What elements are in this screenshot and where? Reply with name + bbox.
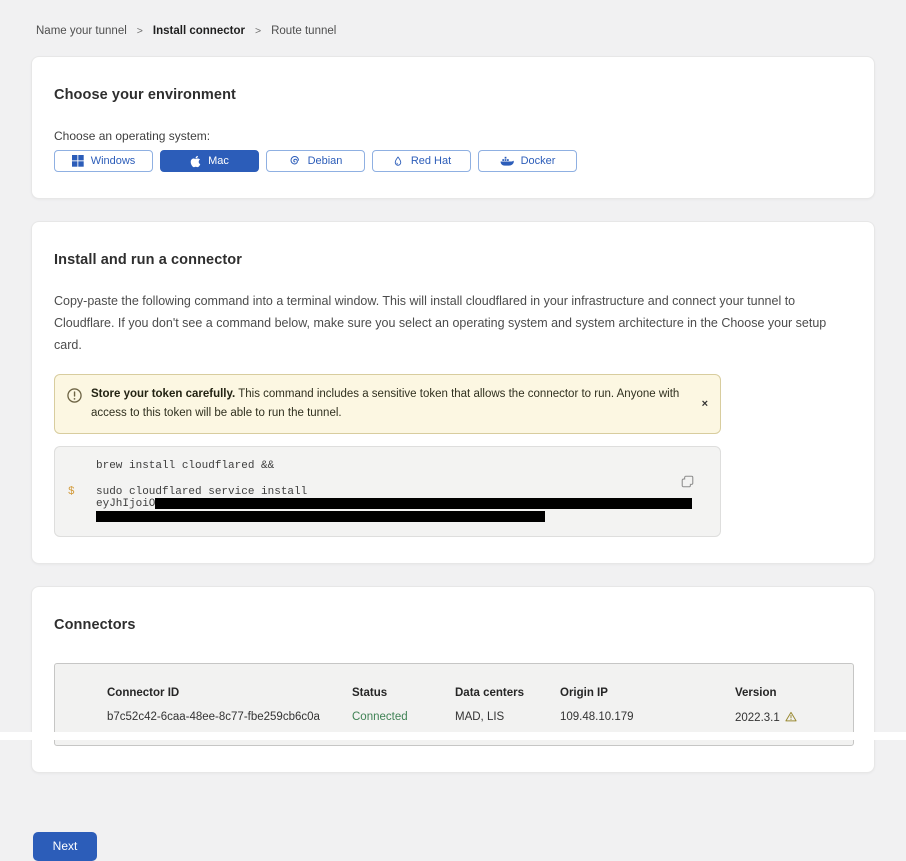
code-line-1-text: brew install cloudflared && xyxy=(96,460,274,472)
token-warning-banner: Store your token carefully. This command… xyxy=(54,374,721,434)
data-centers-value: MAD, LIS xyxy=(455,711,560,725)
shell-prompt: $ xyxy=(68,486,96,498)
version-number: 2022.3.1 xyxy=(735,712,780,724)
status-badge: Connected xyxy=(352,711,455,725)
connectors-card: Connectors Connector ID Status Data cent… xyxy=(31,586,875,773)
origin-ip-value: 109.48.10.179 xyxy=(560,711,735,725)
token-line: eyJhIjoiO xyxy=(96,498,704,510)
redhat-icon xyxy=(392,155,404,168)
col-status: Status xyxy=(352,687,455,699)
install-command-code-block: brew install cloudflared && $ sudo cloud… xyxy=(54,446,721,537)
warning-title: Store your token carefully. xyxy=(91,388,235,400)
os-button-mac[interactable]: Mac xyxy=(160,150,259,172)
token-prefix: eyJhIjoiO xyxy=(96,498,155,510)
breadcrumb: Name your tunnel > Install connector > R… xyxy=(36,25,875,37)
prompt-spacer xyxy=(68,460,96,472)
version-value: 2022.3.1 xyxy=(735,711,833,725)
redacted-token-bar xyxy=(155,498,692,509)
breadcrumb-install-connector[interactable]: Install connector xyxy=(153,25,245,37)
warning-message: Store your token carefully. This command… xyxy=(91,385,706,423)
windows-icon xyxy=(72,155,84,167)
redacted-token-bar xyxy=(96,511,545,522)
install-connector-card: Install and run a connector Copy-paste t… xyxy=(31,221,875,564)
code-line-1: brew install cloudflared && xyxy=(68,460,704,472)
os-button-debian[interactable]: Debian xyxy=(266,150,365,172)
warning-triangle-icon xyxy=(785,711,797,725)
col-connector-id: Connector ID xyxy=(107,687,352,699)
choose-environment-card: Choose your environment Choose an operat… xyxy=(31,56,875,199)
warning-info-icon xyxy=(67,388,82,408)
breadcrumb-name-your-tunnel[interactable]: Name your tunnel xyxy=(36,25,127,37)
install-description: Copy-paste the following command into a … xyxy=(54,291,852,357)
close-icon[interactable]: × xyxy=(702,398,708,410)
os-button-label: Debian xyxy=(308,155,343,167)
os-button-windows[interactable]: Windows xyxy=(54,150,153,172)
os-button-group: Windows Mac Debian Red Hat xyxy=(54,150,852,172)
os-button-label: Windows xyxy=(91,155,136,167)
os-select-label: Choose an operating system: xyxy=(54,129,852,143)
os-button-label: Mac xyxy=(208,155,229,167)
breadcrumb-separator: > xyxy=(137,25,143,37)
install-card-title: Install and run a connector xyxy=(54,252,852,268)
os-button-label: Red Hat xyxy=(411,155,451,167)
connector-id-value: b7c52c42-6caa-48ee-8c77-fbe259cb6c0a xyxy=(107,711,352,725)
breadcrumb-route-tunnel[interactable]: Route tunnel xyxy=(271,25,336,37)
debian-icon xyxy=(289,155,301,167)
os-button-label: Docker xyxy=(521,155,556,167)
code-line-2-text: sudo cloudflared service install xyxy=(96,486,307,498)
code-line-2: $ sudo cloudflared service install xyxy=(68,486,704,498)
col-data-centers: Data centers xyxy=(455,687,560,699)
apple-icon xyxy=(190,155,201,168)
docker-icon xyxy=(500,156,514,167)
next-button[interactable]: Next xyxy=(33,832,97,861)
bottom-strip xyxy=(0,732,906,740)
environment-card-title: Choose your environment xyxy=(54,87,852,103)
breadcrumb-separator: > xyxy=(255,25,261,37)
col-version: Version xyxy=(735,687,833,699)
os-button-docker[interactable]: Docker xyxy=(478,150,577,172)
connectors-card-title: Connectors xyxy=(54,617,852,633)
table-row: b7c52c42-6caa-48ee-8c77-fbe259cb6c0a Con… xyxy=(107,711,833,725)
table-header-row: Connector ID Status Data centers Origin … xyxy=(107,687,833,699)
os-button-redhat[interactable]: Red Hat xyxy=(372,150,471,172)
copy-icon[interactable] xyxy=(681,475,694,491)
col-origin-ip: Origin IP xyxy=(560,687,735,699)
